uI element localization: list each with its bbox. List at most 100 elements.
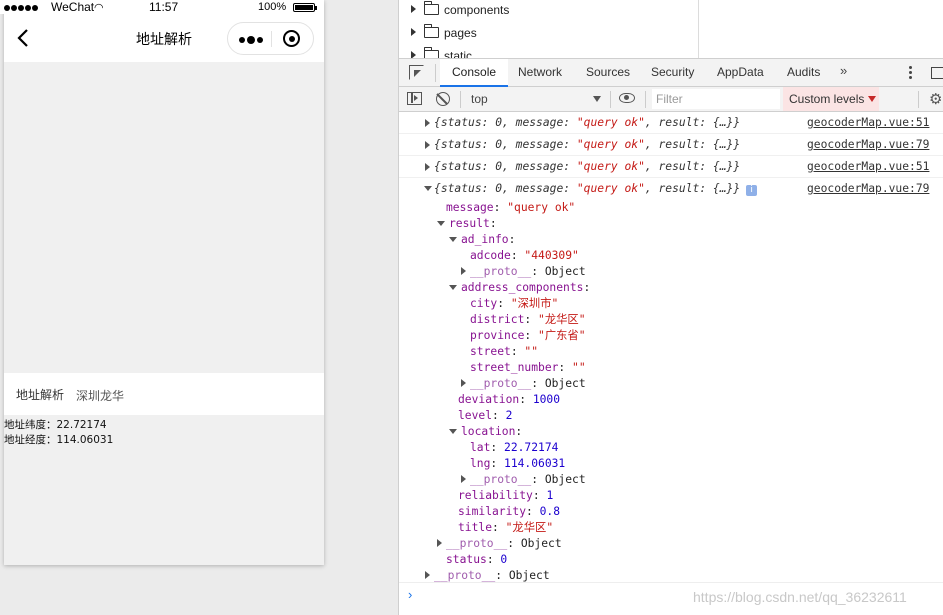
property-key: similarity [458, 505, 527, 518]
log-entry[interactable]: {status: 0, message: "query ok", result:… [399, 156, 943, 178]
close-miniprogram-icon[interactable] [272, 23, 314, 54]
object-property[interactable]: location: [449, 424, 522, 440]
property-key: reliability [458, 489, 533, 502]
signal-dots-icon [4, 5, 38, 11]
info-icon[interactable]: i [746, 185, 758, 196]
file-tree-item-pages[interactable]: pages [411, 24, 477, 44]
property-key: deviation [458, 393, 520, 406]
expand-arrow-icon[interactable] [461, 475, 466, 483]
expand-arrow-icon[interactable] [425, 119, 430, 127]
property-key: street_number [470, 361, 559, 374]
property-key: location [461, 425, 516, 438]
property-value: "龙华区" [538, 313, 586, 326]
object-property: level: 2 [458, 409, 513, 422]
property-key: result [449, 217, 490, 230]
property-key: level [458, 409, 493, 422]
property-value: "龙华区" [505, 521, 554, 534]
gear-icon[interactable]: ⚙ [929, 92, 942, 107]
expand-arrow-icon[interactable] [461, 379, 466, 387]
watermark: https://blog.csdn.net/qq_36232611 [693, 589, 907, 605]
log-levels-label: Custom levels [789, 92, 865, 106]
phone-simulator: WeChat ◠ 11:57 100% 地址解析 地址解析 地址纬度：22.72… [0, 0, 324, 565]
object-property[interactable]: __proto__: Object [461, 472, 586, 488]
folder-label: static [444, 49, 473, 58]
clear-console-icon[interactable] [436, 92, 450, 106]
collapse-arrow-icon[interactable] [449, 429, 457, 434]
collapse-arrow-icon[interactable] [449, 237, 457, 242]
property-value: "query ok" [507, 201, 576, 214]
dropdown-caret-icon [868, 96, 877, 102]
object-property: reliability: 1 [458, 489, 554, 502]
source-link[interactable]: geocoderMap.vue:51 [807, 116, 929, 129]
log-levels-dropdown[interactable]: Custom levels [783, 87, 879, 111]
battery-percent: 100% [258, 1, 287, 13]
object-property[interactable]: __proto__: Object [437, 536, 562, 552]
tab-audits[interactable]: Audits [775, 59, 832, 87]
more-dots-icon[interactable] [228, 23, 271, 54]
expand-arrow-icon [411, 28, 416, 36]
log-entry[interactable]: {status: 0, message: "query ok", result:… [399, 112, 943, 134]
collapse-arrow-icon[interactable] [449, 285, 457, 290]
collapse-arrow-icon[interactable] [424, 186, 432, 191]
more-tabs-icon[interactable]: » [840, 63, 847, 78]
log-summary: {status: 0, message: "query ok", result:… [434, 116, 741, 129]
expand-arrow-icon[interactable] [461, 267, 466, 275]
property-value: 2 [505, 409, 513, 422]
battery-icon [293, 3, 317, 12]
file-tree-item-components[interactable]: components [411, 1, 509, 21]
property-value: 1 [546, 489, 554, 502]
navigation-bar: 地址解析 [4, 14, 324, 62]
object-property: district: "龙华区" [470, 313, 586, 326]
log-entry[interactable]: {status: 0, message: "query ok", result:… [399, 134, 943, 156]
object-property[interactable]: __proto__: Object [461, 376, 586, 392]
toolbar-divider [610, 91, 611, 108]
tab-console[interactable]: Console [440, 59, 509, 87]
expand-arrow-icon[interactable] [425, 571, 430, 579]
object-property[interactable]: address_components: [449, 280, 590, 296]
expand-arrow-icon[interactable] [425, 141, 430, 149]
status-time: 11:57 [149, 0, 179, 14]
object-property[interactable]: result: [437, 216, 497, 232]
source-link[interactable]: geocoderMap.vue:79 [807, 182, 929, 195]
log-summary: {status: 0, message: "query ok", result:… [434, 160, 741, 173]
property-key: address_components [461, 281, 584, 294]
property-key: street [470, 345, 511, 358]
live-expression-eye-icon[interactable] [619, 93, 635, 103]
expand-arrow-icon[interactable] [437, 539, 442, 547]
tab-sources[interactable]: Sources [574, 59, 642, 87]
object-property[interactable]: __proto__: Object [461, 264, 586, 280]
property-value: "" [524, 345, 539, 358]
kebab-menu-icon[interactable] [909, 66, 913, 80]
log-entry-expanded[interactable]: {status: 0, message: "query ok", result:… [399, 178, 943, 200]
expand-arrow-icon[interactable] [425, 163, 430, 171]
filter-input[interactable] [652, 89, 780, 109]
property-key: adcode [470, 249, 511, 262]
inspect-element-icon[interactable] [409, 65, 424, 80]
console-input[interactable] [423, 587, 673, 605]
source-link[interactable]: geocoderMap.vue:79 [807, 138, 929, 151]
property-value: 22.72174 [504, 441, 559, 454]
address-label: 地址解析 [16, 388, 65, 402]
property-key: __proto__ [446, 537, 508, 550]
console-toolbar: top Custom levels ⚙ [399, 87, 943, 112]
tab-appdata[interactable]: AppData [705, 59, 776, 87]
show-sidebar-icon[interactable] [407, 92, 422, 105]
collapse-arrow-icon[interactable] [437, 221, 445, 226]
address-input[interactable] [76, 386, 306, 404]
object-property: lng: 114.06031 [470, 457, 566, 470]
back-arrow-icon[interactable] [13, 27, 35, 49]
context-selector[interactable]: top [465, 89, 605, 109]
tab-network[interactable]: Network [506, 59, 574, 87]
tab-security[interactable]: Security [639, 59, 706, 87]
object-property[interactable]: ad_info: [449, 232, 515, 248]
dock-side-icon[interactable] [931, 67, 943, 79]
property-key: __proto__ [470, 377, 532, 390]
object-property: lat: 22.72174 [470, 441, 559, 454]
property-value: "广东省" [538, 329, 586, 342]
property-key: lng [470, 457, 491, 470]
tab-divider [435, 64, 436, 82]
toolbar-divider [460, 91, 461, 108]
source-link[interactable]: geocoderMap.vue:51 [807, 160, 929, 173]
file-tree-item-static[interactable]: static [411, 47, 473, 58]
pane-divider[interactable] [698, 0, 699, 58]
